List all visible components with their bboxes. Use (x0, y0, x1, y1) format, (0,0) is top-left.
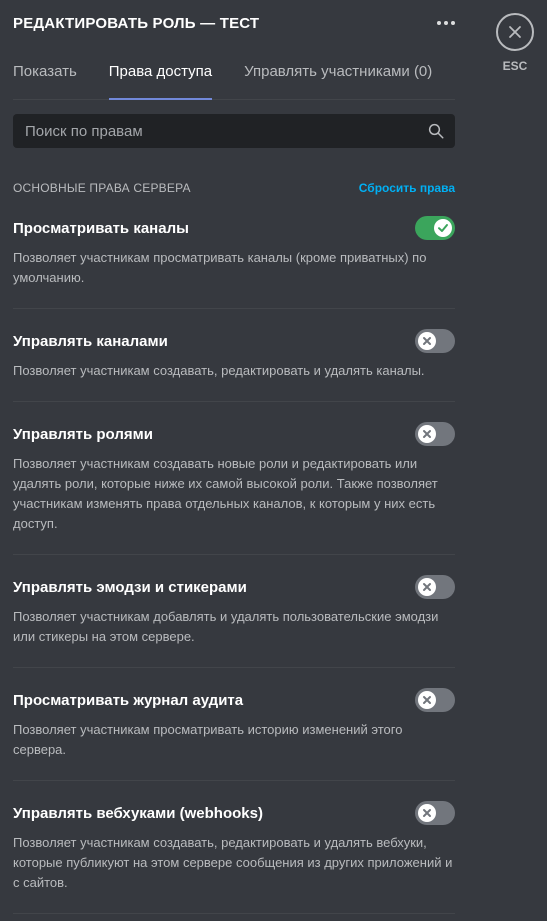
permission-view-channels: Просматривать каналы Позволяет участника… (13, 216, 455, 288)
permission-manage-emoji-stickers: Управлять эмодзи и стикерами Позволяет у… (13, 575, 455, 647)
permission-description: Позволяет участникам добавлять и удалять… (13, 609, 439, 644)
x-icon (418, 691, 436, 709)
permission-name: Управлять ролями (13, 425, 153, 443)
permission-name: Просматривать каналы (13, 219, 189, 237)
reset-permissions-link[interactable]: Сбросить права (359, 181, 455, 195)
permission-manage-channels: Управлять каналами Позволяет участникам … (13, 329, 455, 381)
role-settings-panel: РЕДАКТИРОВАТЬ РОЛЬ — ТЕСТ Показать Права… (0, 0, 468, 921)
divider (13, 780, 455, 781)
divider (13, 401, 455, 402)
x-icon (418, 332, 436, 350)
permission-toggle[interactable] (415, 329, 455, 353)
permission-toggle[interactable] (415, 422, 455, 446)
close-control: ESC (496, 13, 534, 73)
divider (13, 913, 455, 914)
permission-description: Позволяет участникам создавать, редактир… (13, 835, 453, 890)
more-options-icon[interactable] (433, 19, 455, 27)
x-icon (418, 425, 436, 443)
section-header: Основные права сервера Сбросить права (13, 180, 455, 196)
check-icon (434, 219, 452, 237)
permission-manage-webhooks: Управлять вебхуками (webhooks) Позволяет… (13, 801, 455, 893)
header: РЕДАКТИРОВАТЬ РОЛЬ — ТЕСТ (13, 13, 455, 33)
search-box (13, 114, 455, 148)
esc-label: ESC (502, 59, 528, 73)
permission-name: Просматривать журнал аудита (13, 691, 244, 709)
permission-toggle[interactable] (415, 688, 455, 712)
tab-bar: Показать Права доступа Управлять участни… (13, 52, 455, 100)
x-icon (418, 804, 436, 822)
permission-view-audit-log: Просматривать журнал аудита Позволяет уч… (13, 688, 455, 760)
close-button[interactable] (496, 13, 534, 51)
tab-manage-members[interactable]: Управлять участниками (0) (244, 52, 432, 99)
page-title: РЕДАКТИРОВАТЬ РОЛЬ — ТЕСТ (13, 14, 260, 32)
search-icon[interactable] (427, 122, 445, 140)
permission-toggle[interactable] (415, 575, 455, 599)
permission-name: Управлять эмодзи и стикерами (13, 578, 247, 596)
permission-description: Позволяет участникам просматривать истор… (13, 722, 403, 757)
permission-toggle[interactable] (415, 216, 455, 240)
section-title: Основные права сервера (13, 181, 191, 195)
search-input[interactable] (23, 121, 427, 141)
close-icon (509, 26, 521, 38)
permission-description: Позволяет участникам создавать, редактир… (13, 363, 425, 378)
tab-display[interactable]: Показать (13, 52, 77, 99)
divider (13, 554, 455, 555)
x-icon (418, 578, 436, 596)
divider (13, 667, 455, 668)
permission-name: Управлять вебхуками (webhooks) (13, 804, 263, 822)
divider (13, 308, 455, 309)
tab-permissions[interactable]: Права доступа (108, 52, 213, 100)
permission-description: Позволяет участникам создавать новые рол… (13, 456, 438, 531)
permission-description: Позволяет участникам просматривать канал… (13, 250, 427, 285)
permission-toggle[interactable] (415, 801, 455, 825)
permission-manage-roles: Управлять ролями Позволяет участникам со… (13, 422, 455, 534)
permission-name: Управлять каналами (13, 332, 168, 350)
